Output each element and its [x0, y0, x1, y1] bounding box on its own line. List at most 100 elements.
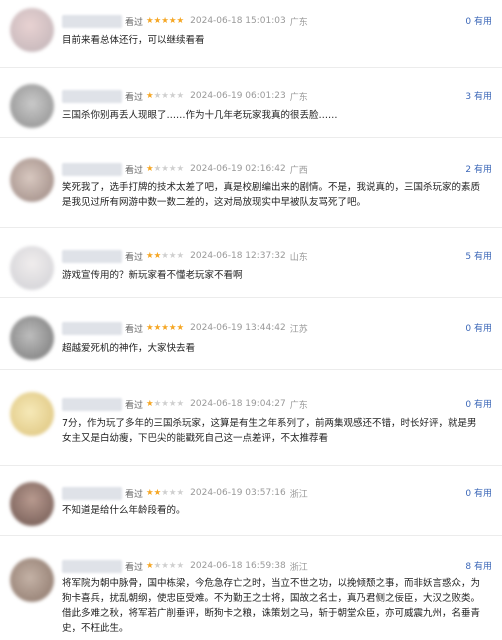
star-empty-icon: ★: [161, 398, 169, 409]
username-blurred[interactable]: [62, 486, 122, 500]
review-text: 超越爱死机的神作，大家快去看: [62, 343, 196, 354]
username-blurred[interactable]: [62, 162, 122, 176]
username-blurred[interactable]: [62, 89, 122, 103]
avatar[interactable]: [10, 558, 54, 602]
rating-stars: ★ ★ ★ ★ ★: [146, 92, 184, 101]
star-filled-icon: ★: [146, 398, 154, 409]
useful-count[interactable]: 0 有用: [465, 14, 492, 27]
useful-count[interactable]: 0 有用: [465, 321, 492, 334]
review-location: 广东: [289, 17, 308, 28]
star-empty-icon: ★: [176, 560, 185, 571]
review-text: 三国杀你别再丢人现眼了……作为十几年老玩家我真的很丢脸……: [62, 110, 338, 121]
avatar[interactable]: [10, 8, 54, 52]
rating-stars: ★ ★ ★ ★ ★: [146, 489, 184, 498]
star-filled-icon: ★: [146, 250, 154, 261]
star-filled-icon: ★: [146, 163, 154, 174]
star-empty-icon: ★: [153, 560, 162, 571]
star-filled-icon: ★: [153, 15, 162, 26]
review-list: 看过 ★ ★ ★ ★ ★ 2024-06-18 15:01:03 广东 0 有用 目前来…: [0, 0, 502, 640]
useful-count[interactable]: 8 有用: [465, 559, 492, 572]
review-location: 山东: [289, 252, 308, 263]
username-blurred[interactable]: [62, 14, 122, 28]
useful-count[interactable]: 3 有用: [465, 89, 492, 102]
avatar[interactable]: [10, 158, 54, 202]
avatar[interactable]: [10, 482, 54, 526]
review-text: 游戏宣传用的？新玩家看不懂老玩家不看啊: [62, 270, 243, 281]
avatar[interactable]: [10, 246, 54, 290]
review-item: 看过 ★ ★ ★ ★ ★ 2024-06-18 12:37:32 山东 5 有用 游戏宣…: [0, 228, 502, 298]
useful-count[interactable]: 0 有用: [465, 486, 492, 499]
star-filled-icon: ★: [153, 250, 162, 261]
review-meta: 看过 ★ ★ ★ ★ ★ 2024-06-18 16:59:38 浙江: [62, 558, 308, 574]
star-empty-icon: ★: [161, 250, 169, 261]
review-time: 2024-06-19 13:44:42: [190, 323, 286, 333]
review-meta: 看过 ★ ★ ★ ★ ★ 2024-06-19 02:16:42 广西: [62, 161, 308, 177]
star-filled-icon: ★: [153, 487, 162, 498]
review-location: 广西: [289, 165, 308, 176]
star-empty-icon: ★: [168, 163, 177, 174]
star-empty-icon: ★: [161, 560, 169, 571]
review-text: 7分，作为玩了多年的三国杀玩家，这算是有生之年系列了，前两集观感还不错，时长好评…: [62, 418, 477, 444]
useful-count[interactable]: 5 有用: [465, 249, 492, 262]
rating-stars: ★ ★ ★ ★ ★: [146, 252, 184, 261]
watched-label: 看过: [125, 400, 144, 411]
review-location: 浙江: [289, 562, 308, 573]
watched-label: 看过: [125, 489, 144, 500]
review-time: 2024-06-18 12:37:32: [190, 251, 286, 261]
avatar[interactable]: [10, 392, 54, 436]
review-time: 2024-06-19 06:01:23: [190, 91, 286, 101]
username-blurred[interactable]: [62, 559, 122, 573]
star-empty-icon: ★: [153, 163, 162, 174]
star-empty-icon: ★: [161, 163, 169, 174]
review-meta: 看过 ★ ★ ★ ★ ★ 2024-06-18 19:04:27 广东: [62, 396, 308, 412]
watched-label: 看过: [125, 324, 144, 335]
star-filled-icon: ★: [146, 15, 154, 26]
review-time: 2024-06-18 15:01:03: [190, 16, 286, 26]
star-empty-icon: ★: [176, 163, 185, 174]
review-location: 广东: [289, 92, 308, 103]
username-blurred[interactable]: [62, 249, 122, 263]
avatar[interactable]: [10, 316, 54, 360]
watched-label: 看过: [125, 165, 144, 176]
star-empty-icon: ★: [161, 487, 169, 498]
review-time: 2024-06-18 16:59:38: [190, 561, 286, 571]
star-filled-icon: ★: [146, 90, 154, 101]
star-empty-icon: ★: [153, 90, 162, 101]
review-meta: 看过 ★ ★ ★ ★ ★ 2024-06-18 15:01:03 广东: [62, 13, 308, 29]
review-location: 浙江: [289, 489, 308, 500]
star-empty-icon: ★: [168, 398, 177, 409]
useful-count[interactable]: 2 有用: [465, 162, 492, 175]
star-empty-icon: ★: [176, 250, 185, 261]
star-filled-icon: ★: [161, 15, 169, 26]
review-text: 笑死我了，选手打牌的技术太差了吧，真是校剧编出来的剧情。不是，我说真的，三国杀玩…: [62, 182, 481, 208]
star-filled-icon: ★: [146, 560, 154, 571]
useful-count[interactable]: 0 有用: [465, 397, 492, 410]
star-empty-icon: ★: [176, 398, 185, 409]
star-filled-icon: ★: [168, 15, 177, 26]
star-empty-icon: ★: [153, 398, 162, 409]
star-empty-icon: ★: [168, 487, 177, 498]
review-meta: 看过 ★ ★ ★ ★ ★ 2024-06-19 06:01:23 广东: [62, 88, 308, 104]
review-item: 看过 ★ ★ ★ ★ ★ 2024-06-19 13:44:42 江苏 0 有用 超越爱…: [0, 298, 502, 370]
star-empty-icon: ★: [168, 250, 177, 261]
review-item: 看过 ★ ★ ★ ★ ★ 2024-06-19 02:16:42 广西 2 有用 笑死我…: [0, 138, 502, 228]
star-empty-icon: ★: [176, 487, 185, 498]
review-item: 看过 ★ ★ ★ ★ ★ 2024-06-18 16:59:38 浙江 8 有用 将军院…: [0, 536, 502, 640]
rating-stars: ★ ★ ★ ★ ★: [146, 165, 184, 174]
username-blurred[interactable]: [62, 397, 122, 411]
rating-stars: ★ ★ ★ ★ ★: [146, 562, 184, 571]
username-blurred[interactable]: [62, 321, 122, 335]
star-filled-icon: ★: [161, 322, 169, 333]
star-empty-icon: ★: [176, 90, 185, 101]
star-filled-icon: ★: [146, 322, 154, 333]
avatar[interactable]: [10, 84, 54, 128]
rating-stars: ★ ★ ★ ★ ★: [146, 400, 184, 409]
star-empty-icon: ★: [168, 560, 177, 571]
review-location: 广东: [289, 400, 308, 411]
review-meta: 看过 ★ ★ ★ ★ ★ 2024-06-19 03:57:16 浙江: [62, 485, 308, 501]
rating-stars: ★ ★ ★ ★ ★: [146, 17, 184, 26]
review-meta: 看过 ★ ★ ★ ★ ★ 2024-06-18 12:37:32 山东: [62, 248, 308, 264]
review-time: 2024-06-19 03:57:16: [190, 488, 286, 498]
star-filled-icon: ★: [176, 322, 185, 333]
review-time: 2024-06-18 19:04:27: [190, 399, 286, 409]
